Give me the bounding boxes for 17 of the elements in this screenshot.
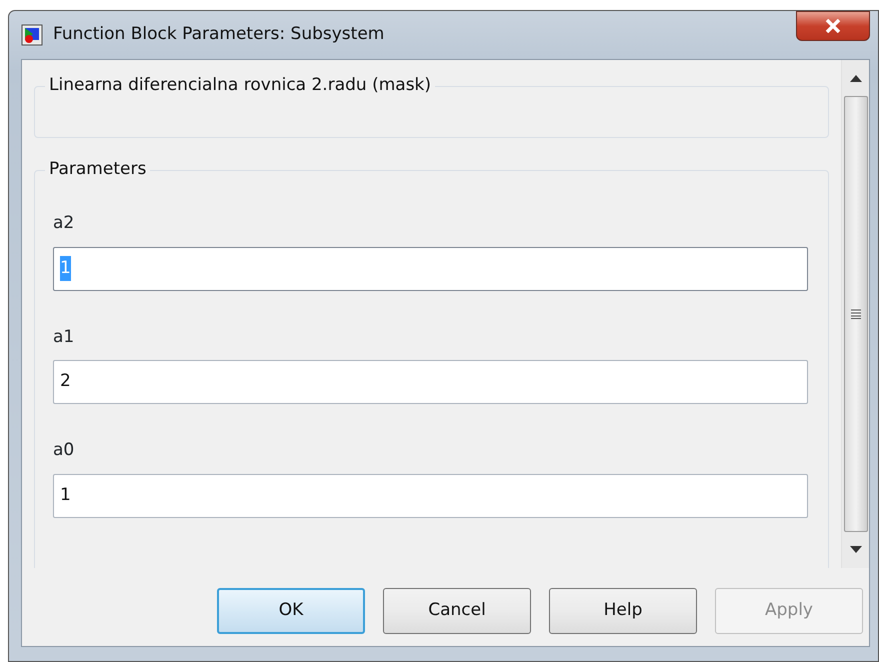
- parameter-field[interactable]: 1: [53, 474, 808, 518]
- scroll-down-icon[interactable]: [850, 546, 862, 554]
- grip-icon: [850, 309, 860, 319]
- parameter-label: a1: [53, 326, 74, 348]
- dialog-button[interactable]: OK: [217, 588, 365, 634]
- block-diagram-icon: [21, 24, 43, 46]
- parameter-label: a0: [53, 439, 74, 462]
- scrollbar-thumb[interactable]: [844, 96, 868, 532]
- window-title: Function Block Parameters: Subsystem: [53, 23, 384, 46]
- dialog-button[interactable]: Help: [549, 588, 697, 634]
- parameter-field[interactable]: 2: [53, 360, 808, 404]
- parameter-label: a2: [53, 212, 74, 235]
- close-icon: [825, 19, 841, 33]
- scroll-up-icon[interactable]: [850, 74, 862, 82]
- close-button[interactable]: [796, 11, 870, 41]
- dialog-button[interactable]: Cancel: [383, 588, 531, 634]
- vertical-scrollbar[interactable]: [841, 60, 869, 568]
